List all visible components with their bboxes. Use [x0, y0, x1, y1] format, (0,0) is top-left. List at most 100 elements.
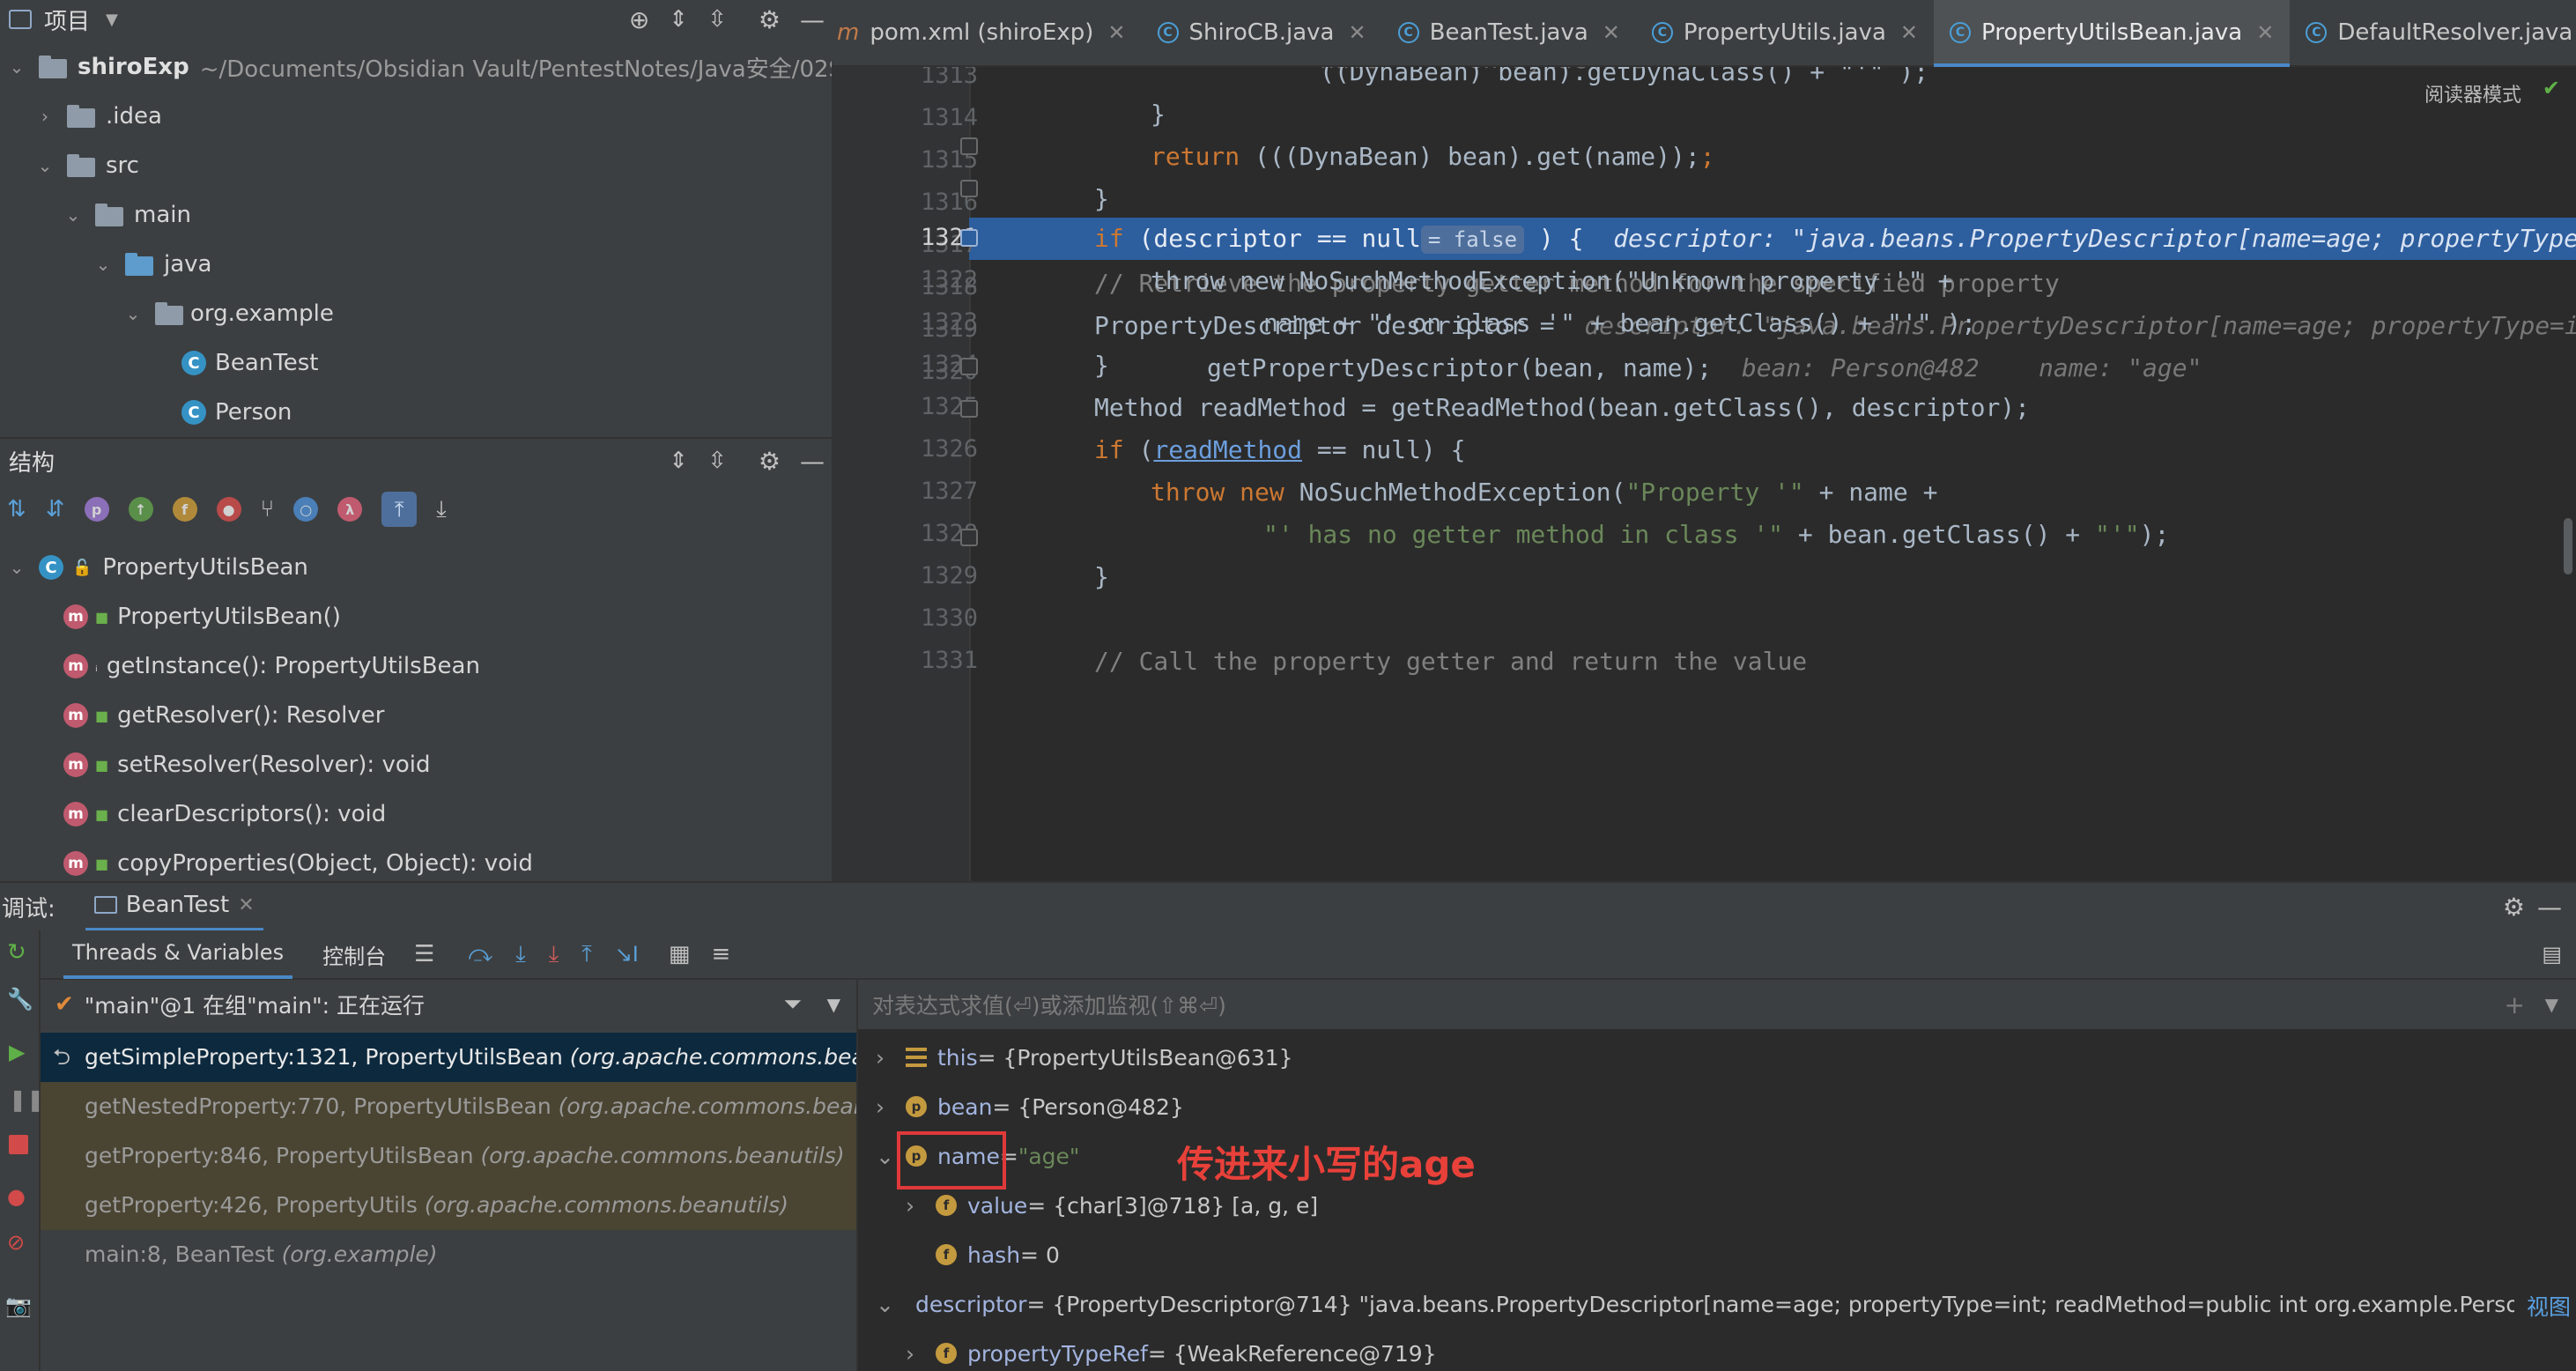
stack-frame-selected[interactable]: ⮌ getSimpleProperty:1321, PropertyUtilsB…	[41, 1033, 856, 1082]
pause-icon[interactable]: ❚❚	[9, 1087, 44, 1112]
code-editor[interactable]: name + "' on DynaClass '" + 1312 1313 13…	[832, 67, 2576, 881]
trace-icon[interactable]: ≡	[711, 941, 730, 967]
expand-all-icon[interactable]: ⇕	[669, 6, 688, 33]
autoscroll-from-source-icon[interactable]: ⤓	[436, 496, 447, 523]
chevron-right-icon[interactable]: ›	[35, 106, 55, 127]
chevron-down-icon[interactable]: ⌄	[63, 204, 83, 226]
structure-member[interactable]: m ■ getResolver(): Resolver	[63, 691, 384, 740]
structure-member[interactable]: m ■ copyProperties(Object, Object): void	[63, 839, 533, 881]
debug-session-tab[interactable]: BeanTest ✕	[85, 882, 263, 931]
structure-root[interactable]: ⌄ C 🔓 PropertyUtilsBean	[7, 543, 308, 592]
tree-item-main[interactable]: ⌄ main	[63, 190, 191, 240]
tab-console[interactable]: 控制台	[314, 939, 395, 970]
chevron-down-icon[interactable]: ⌄	[876, 1292, 894, 1317]
variable-hash[interactable]: f hash = 0	[936, 1230, 1060, 1279]
chevron-right-icon[interactable]: ›	[906, 1341, 925, 1367]
minimize-icon[interactable]: —	[800, 447, 825, 476]
tree-item-src[interactable]: ⌄ src	[35, 141, 139, 190]
evaluate-expression-icon[interactable]: ▦	[669, 941, 691, 967]
tab-propertyutilsbean[interactable]: C PropertyUtilsBean.java ✕	[1934, 0, 2291, 67]
rerun-icon[interactable]: ↻	[7, 939, 26, 966]
editor-scrollbar[interactable]	[2564, 518, 2572, 574]
sort-alpha-icon[interactable]: ⇅	[7, 496, 26, 522]
show-properties-icon[interactable]: p	[84, 497, 109, 522]
reader-mode-toggle[interactable]: 阅读器模式	[2420, 78, 2525, 109]
gear-icon[interactable]: ⚙	[759, 5, 781, 34]
collapse-all-icon[interactable]: ⇳	[707, 448, 727, 474]
variable-value[interactable]: › f value = {char[3]@718} [a, g, e]	[906, 1181, 1318, 1230]
thread-selector[interactable]: ✔ "main"@1 在组"main": 正在运行 ⏷ ▼	[41, 980, 856, 1029]
tree-item-org-example[interactable]: ⌄ org.example	[123, 289, 334, 338]
project-view-icon[interactable]	[9, 10, 32, 29]
step-out-icon[interactable]: ⤒	[581, 941, 592, 968]
chevron-right-icon[interactable]: ›	[906, 1193, 925, 1219]
fold-marker-icon[interactable]	[960, 400, 978, 418]
show-anonymous-icon[interactable]: ○	[293, 497, 319, 522]
gear-icon[interactable]: ⚙	[2503, 893, 2525, 922]
mute-breakpoints-icon[interactable]: ⊘	[7, 1230, 25, 1255]
chevron-right-icon[interactable]: ›	[876, 1045, 895, 1071]
evaluate-expression-input[interactable]: 对表达式求值(⏎)或添加监视(⇧⌘⏎) + ▼	[858, 980, 2576, 1029]
step-over-icon[interactable]: ⤼	[468, 941, 492, 968]
chevron-down-icon[interactable]: ▼	[106, 11, 118, 29]
tree-item-beantest[interactable]: C BeanTest	[181, 338, 318, 388]
filter-icon[interactable]: ⏷	[783, 991, 802, 1019]
menu-icon[interactable]: ☰	[414, 941, 434, 967]
structure-member[interactable]: m ᵢ getInstance(): PropertyUtilsBean	[63, 641, 480, 691]
sort-visibility-icon[interactable]: ⇵	[46, 496, 65, 522]
close-icon[interactable]: ✕	[1603, 20, 1620, 45]
show-fields-icon[interactable]: f	[172, 497, 197, 522]
tab-defaultresolver[interactable]: C DefaultResolver.java ✕	[2290, 0, 2576, 65]
chevron-down-icon[interactable]: ▼	[827, 994, 840, 1015]
autoscroll-to-source-icon[interactable]: ⤒	[381, 492, 418, 527]
chevron-down-icon[interactable]: ▼	[2545, 994, 2558, 1015]
variable-descriptor[interactable]: ⌄ descriptor = {PropertyDescriptor@714} …	[876, 1279, 2514, 1329]
expand-all-icon[interactable]: ⇕	[669, 448, 688, 474]
close-icon[interactable]: ✕	[238, 894, 254, 916]
view-breakpoints-icon[interactable]: ●	[7, 1184, 26, 1209]
tree-item-idea[interactable]: › .idea	[35, 92, 162, 141]
show-non-public-icon[interactable]: ●	[216, 497, 241, 522]
minimize-icon[interactable]: —	[800, 5, 825, 34]
chevron-down-icon[interactable]: ⌄	[35, 155, 55, 176]
variable-this[interactable]: › this = {PropertyUtilsBean@631}	[876, 1033, 1293, 1082]
chevron-down-icon[interactable]: ⌄	[7, 557, 26, 578]
view-link[interactable]: 视图	[2527, 1290, 2571, 1322]
minimize-icon[interactable]: —	[2537, 893, 2562, 922]
stack-frame[interactable]: getNestedProperty:770, PropertyUtilsBean…	[41, 1082, 856, 1131]
tab-pom-xml[interactable]: m pom.xml (shiroExp) ✕	[832, 0, 1142, 65]
tab-shirocb[interactable]: C ShiroCB.java ✕	[1142, 0, 1382, 65]
resume-icon[interactable]: ▶	[9, 1040, 25, 1064]
structure-member[interactable]: m ■ clearDescriptors(): void	[63, 789, 386, 839]
close-icon[interactable]: ✕	[1900, 20, 1918, 45]
tab-threads-variables[interactable]: Threads & Variables	[63, 930, 293, 979]
stack-frame[interactable]: getProperty:846, PropertyUtilsBean (org.…	[41, 1131, 856, 1181]
locate-icon[interactable]: ⊕	[629, 5, 649, 34]
structure-member[interactable]: m ■ setResolver(Resolver): void	[63, 740, 430, 789]
chevron-down-icon[interactable]: ⌄	[93, 254, 113, 275]
structure-member[interactable]: m ■ PropertyUtilsBean()	[63, 592, 341, 641]
close-icon[interactable]: ✕	[1107, 20, 1125, 45]
tree-item-shiroexp[interactable]: ⌄ shiroExp ~/Documents/Obsidian Vault/Pe…	[7, 42, 832, 92]
stop-icon[interactable]	[9, 1135, 28, 1154]
fold-marker-icon[interactable]	[960, 180, 978, 197]
chevron-down-icon[interactable]: ⌄	[876, 1144, 895, 1169]
stack-frame[interactable]: getProperty:426, PropertyUtils (org.apac…	[41, 1181, 856, 1230]
close-icon[interactable]: ✕	[2256, 20, 2274, 45]
chevron-right-icon[interactable]: ›	[876, 1094, 895, 1120]
fold-marker-icon[interactable]	[960, 229, 978, 247]
show-lambdas-icon[interactable]: ⑂	[261, 496, 275, 522]
layout-icon[interactable]: ▤	[2542, 942, 2562, 967]
chevron-down-icon[interactable]: ⌄	[123, 303, 143, 324]
chevron-down-icon[interactable]: ⌄	[7, 56, 26, 78]
code-link[interactable]: readMethod	[1153, 435, 1302, 464]
variable-bean[interactable]: › p bean = {Person@482}	[876, 1082, 1184, 1131]
fold-marker-icon[interactable]	[960, 358, 978, 375]
project-title[interactable]: 项目	[44, 4, 90, 36]
variable-propertytyperef[interactable]: › f propertyTypeRef = {WeakReference@719…	[906, 1329, 1437, 1371]
tree-item-person[interactable]: C Person	[181, 388, 292, 437]
close-icon[interactable]: ✕	[1349, 20, 1366, 45]
wrench-icon[interactable]: 🔧	[7, 987, 33, 1012]
fold-marker-icon[interactable]	[960, 137, 978, 155]
add-watch-icon[interactable]: +	[2505, 990, 2525, 1019]
